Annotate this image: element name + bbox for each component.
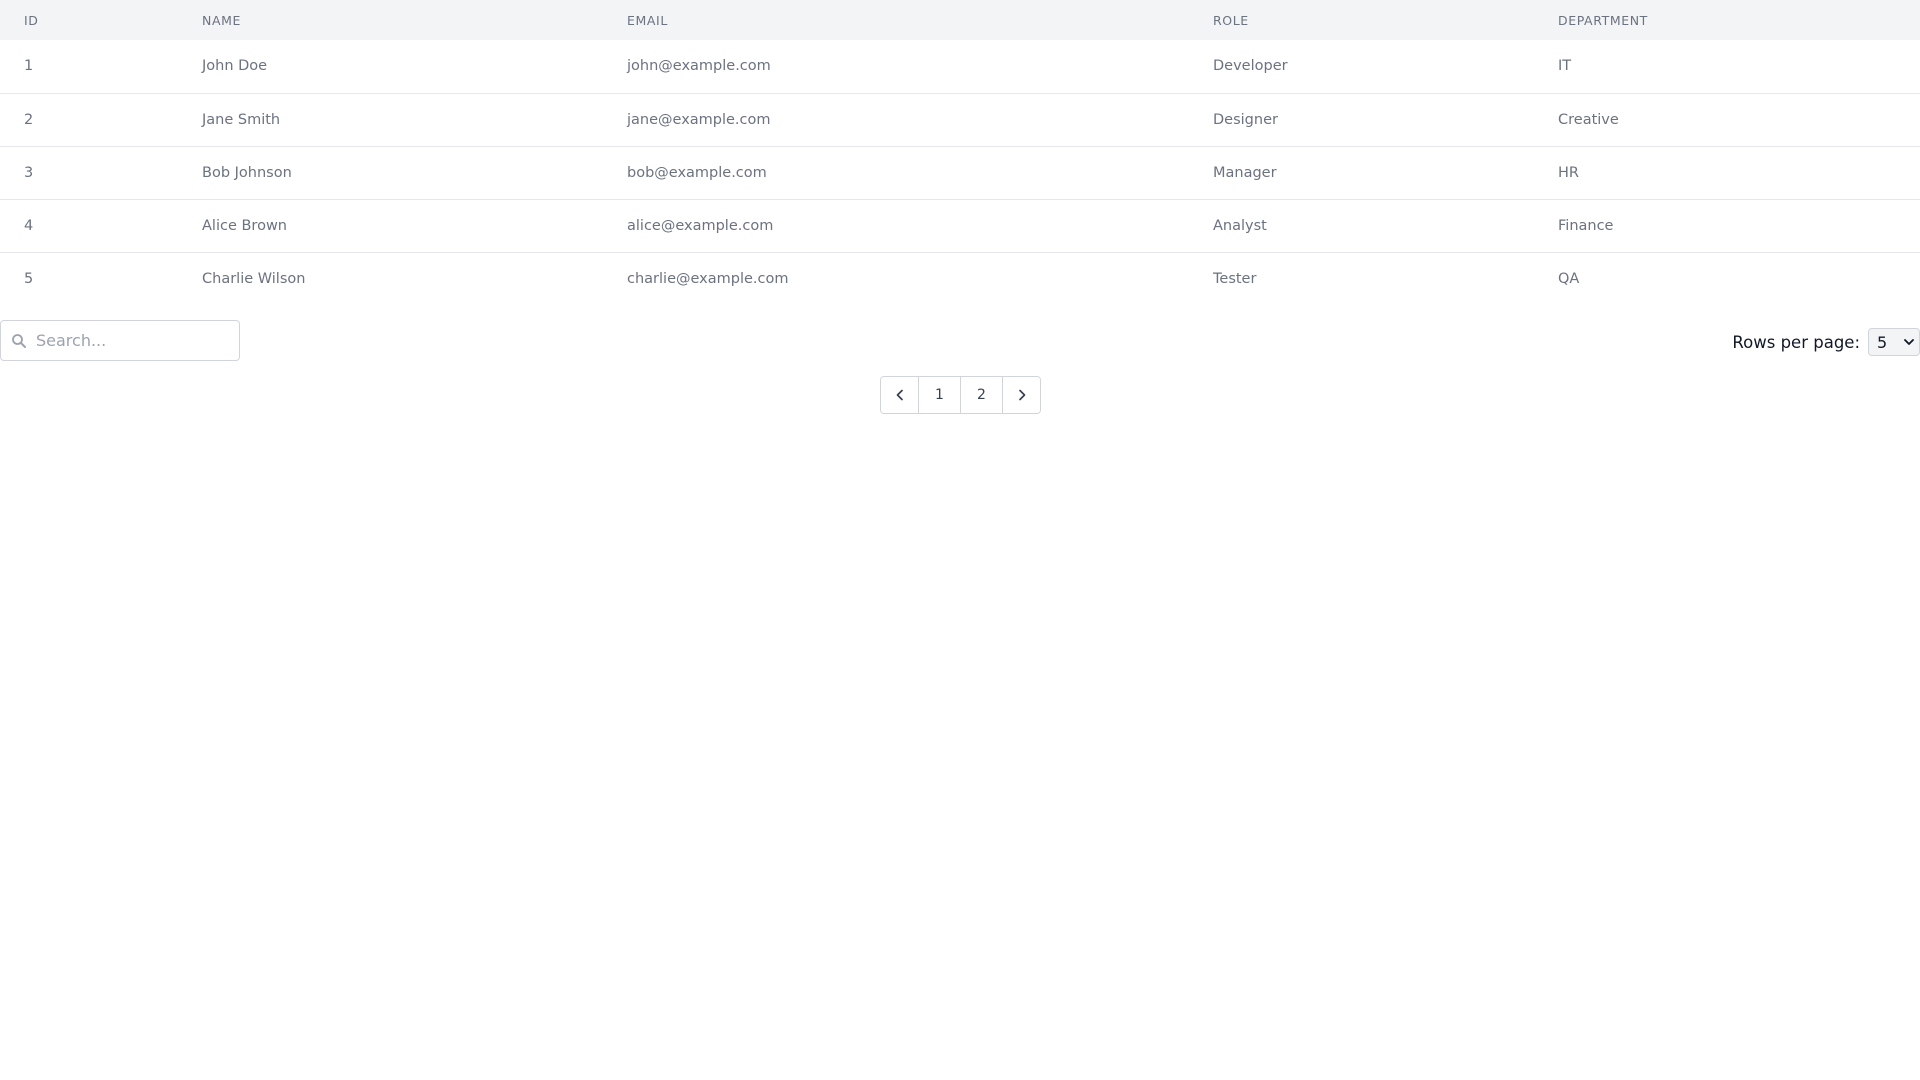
- cell-role: Designer: [1213, 111, 1278, 128]
- table-row[interactable]: 1 John Doe john@example.com Developer IT: [0, 40, 1920, 93]
- cell-role: Tester: [1213, 270, 1257, 287]
- search-input[interactable]: [34, 330, 228, 351]
- cell-role: Developer: [1213, 58, 1288, 75]
- prev-page-button[interactable]: [881, 377, 919, 413]
- rows-per-page-value: 5: [1877, 332, 1888, 352]
- cell-id: 3: [24, 164, 34, 181]
- rows-per-page-select[interactable]: 5: [1868, 328, 1920, 356]
- chevron-down-icon: [1904, 339, 1914, 345]
- cell-role: Manager: [1213, 164, 1277, 181]
- page-button-1[interactable]: 1: [919, 377, 961, 413]
- column-header-role[interactable]: ROLE: [1189, 0, 1534, 40]
- cell-department: Creative: [1558, 111, 1619, 128]
- cell-id: 1: [24, 58, 34, 75]
- column-header-email[interactable]: EMAIL: [603, 0, 1189, 40]
- chevron-left-icon: [896, 389, 903, 401]
- column-header-department[interactable]: DEPARTMENT: [1534, 0, 1920, 40]
- table-controls: Rows per page: 5: [0, 320, 1920, 376]
- cell-email: jane@example.com: [627, 111, 771, 128]
- cell-email: bob@example.com: [627, 164, 767, 181]
- table-row[interactable]: 5 Charlie Wilson charlie@example.com Tes…: [0, 252, 1920, 305]
- cell-id: 4: [24, 217, 34, 234]
- search-box[interactable]: [0, 320, 240, 361]
- column-header-id[interactable]: ID: [0, 0, 178, 40]
- cell-email: charlie@example.com: [627, 270, 789, 287]
- cell-name: Jane Smith: [202, 111, 281, 128]
- search-icon: [12, 333, 26, 348]
- table-row[interactable]: 3 Bob Johnson bob@example.com Manager HR: [0, 146, 1920, 199]
- table-row[interactable]: 2 Jane Smith jane@example.com Designer C…: [0, 93, 1920, 146]
- rows-per-page-label: Rows per page:: [1732, 332, 1860, 352]
- rows-per-page: Rows per page: 5: [1732, 328, 1920, 356]
- table-header: ID NAME EMAIL ROLE DEPARTMENT: [0, 0, 1920, 40]
- cell-department: QA: [1558, 270, 1580, 287]
- cell-role: Analyst: [1213, 217, 1267, 234]
- page-button-2[interactable]: 2: [961, 377, 1003, 413]
- cell-id: 5: [24, 270, 34, 287]
- pagination: 1 2: [880, 376, 1041, 414]
- data-table-view: ID NAME EMAIL ROLE DEPARTMENT 1 John Doe…: [0, 0, 1920, 414]
- table-row[interactable]: 4 Alice Brown alice@example.com Analyst …: [0, 199, 1920, 252]
- cell-name: Charlie Wilson: [202, 270, 306, 287]
- cell-department: Finance: [1558, 217, 1614, 234]
- cell-name: Alice Brown: [202, 217, 287, 234]
- users-table: ID NAME EMAIL ROLE DEPARTMENT 1 John Doe…: [0, 0, 1920, 305]
- cell-id: 2: [24, 111, 34, 128]
- chevron-right-icon: [1018, 389, 1025, 401]
- header-row: ID NAME EMAIL ROLE DEPARTMENT: [0, 0, 1920, 40]
- next-page-button[interactable]: [1003, 377, 1040, 413]
- cell-email: john@example.com: [627, 58, 771, 75]
- cell-department: HR: [1558, 164, 1579, 181]
- cell-name: John Doe: [202, 58, 268, 75]
- table-body: 1 John Doe john@example.com Developer IT…: [0, 40, 1920, 305]
- cell-email: alice@example.com: [627, 217, 774, 234]
- column-header-name[interactable]: NAME: [178, 0, 603, 40]
- cell-name: Bob Johnson: [202, 164, 292, 181]
- cell-department: IT: [1558, 58, 1572, 75]
